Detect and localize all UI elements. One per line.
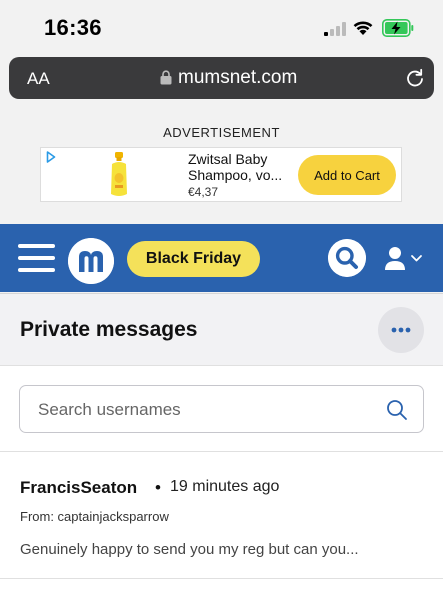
search-field[interactable] [19,385,424,433]
message-sender[interactable]: FrancisSeaton [20,478,137,498]
mumsnet-logo-icon[interactable] [68,238,114,284]
search-icon[interactable] [328,239,366,277]
user-account-icon[interactable] [385,246,425,272]
lock-icon [160,70,172,85]
next-list-item[interactable] [0,579,443,600]
text-size-button[interactable]: AA [27,69,50,89]
ad-banner[interactable]: Zwitsal Baby Shampoo, vo... €4,37 Add to… [40,147,402,202]
ad-choices-icon[interactable] [46,151,56,163]
message-preview[interactable]: Genuinely happy to send you my reg but c… [20,541,359,558]
message-list-item[interactable]: FrancisSeaton • 19 minutes ago From: cap… [0,451,443,579]
wifi-icon [353,21,373,35]
advertisement-label: ADVERTISEMENT [163,125,280,140]
page-title: Private messages [20,318,198,341]
cellular-signal-icon [324,22,346,36]
more-dots-icon [391,327,411,333]
search-usernames-input[interactable] [38,397,368,423]
shampoo-bottle-image[interactable] [107,152,131,198]
message-time: 19 minutes ago [170,478,280,495]
url-domain[interactable]: mumsnet.com [178,67,297,89]
status-time: 16:36 [44,15,102,40]
more-options-button[interactable] [378,307,424,353]
hamburger-menu-icon[interactable] [18,243,55,273]
message-from: From: captainjacksparrow [20,509,169,524]
separator-dot: • [155,478,161,497]
ad-product-name[interactable]: Zwitsal Baby Shampoo, vo... [188,151,298,183]
battery-charging-icon [382,19,414,37]
browser-url-bar[interactable]: AA mumsnet.com [9,57,434,99]
add-to-cart-button[interactable]: Add to Cart [298,155,396,195]
ad-product-price: €4,37 [188,185,219,199]
username-search-section [0,365,443,451]
status-bar: 16:36 [0,0,443,56]
search-icon[interactable] [386,399,408,421]
site-navigation: Black Friday [0,224,443,292]
black-friday-button[interactable]: Black Friday [127,241,260,277]
page-header: Private messages [0,293,443,365]
reload-icon[interactable] [405,68,425,88]
